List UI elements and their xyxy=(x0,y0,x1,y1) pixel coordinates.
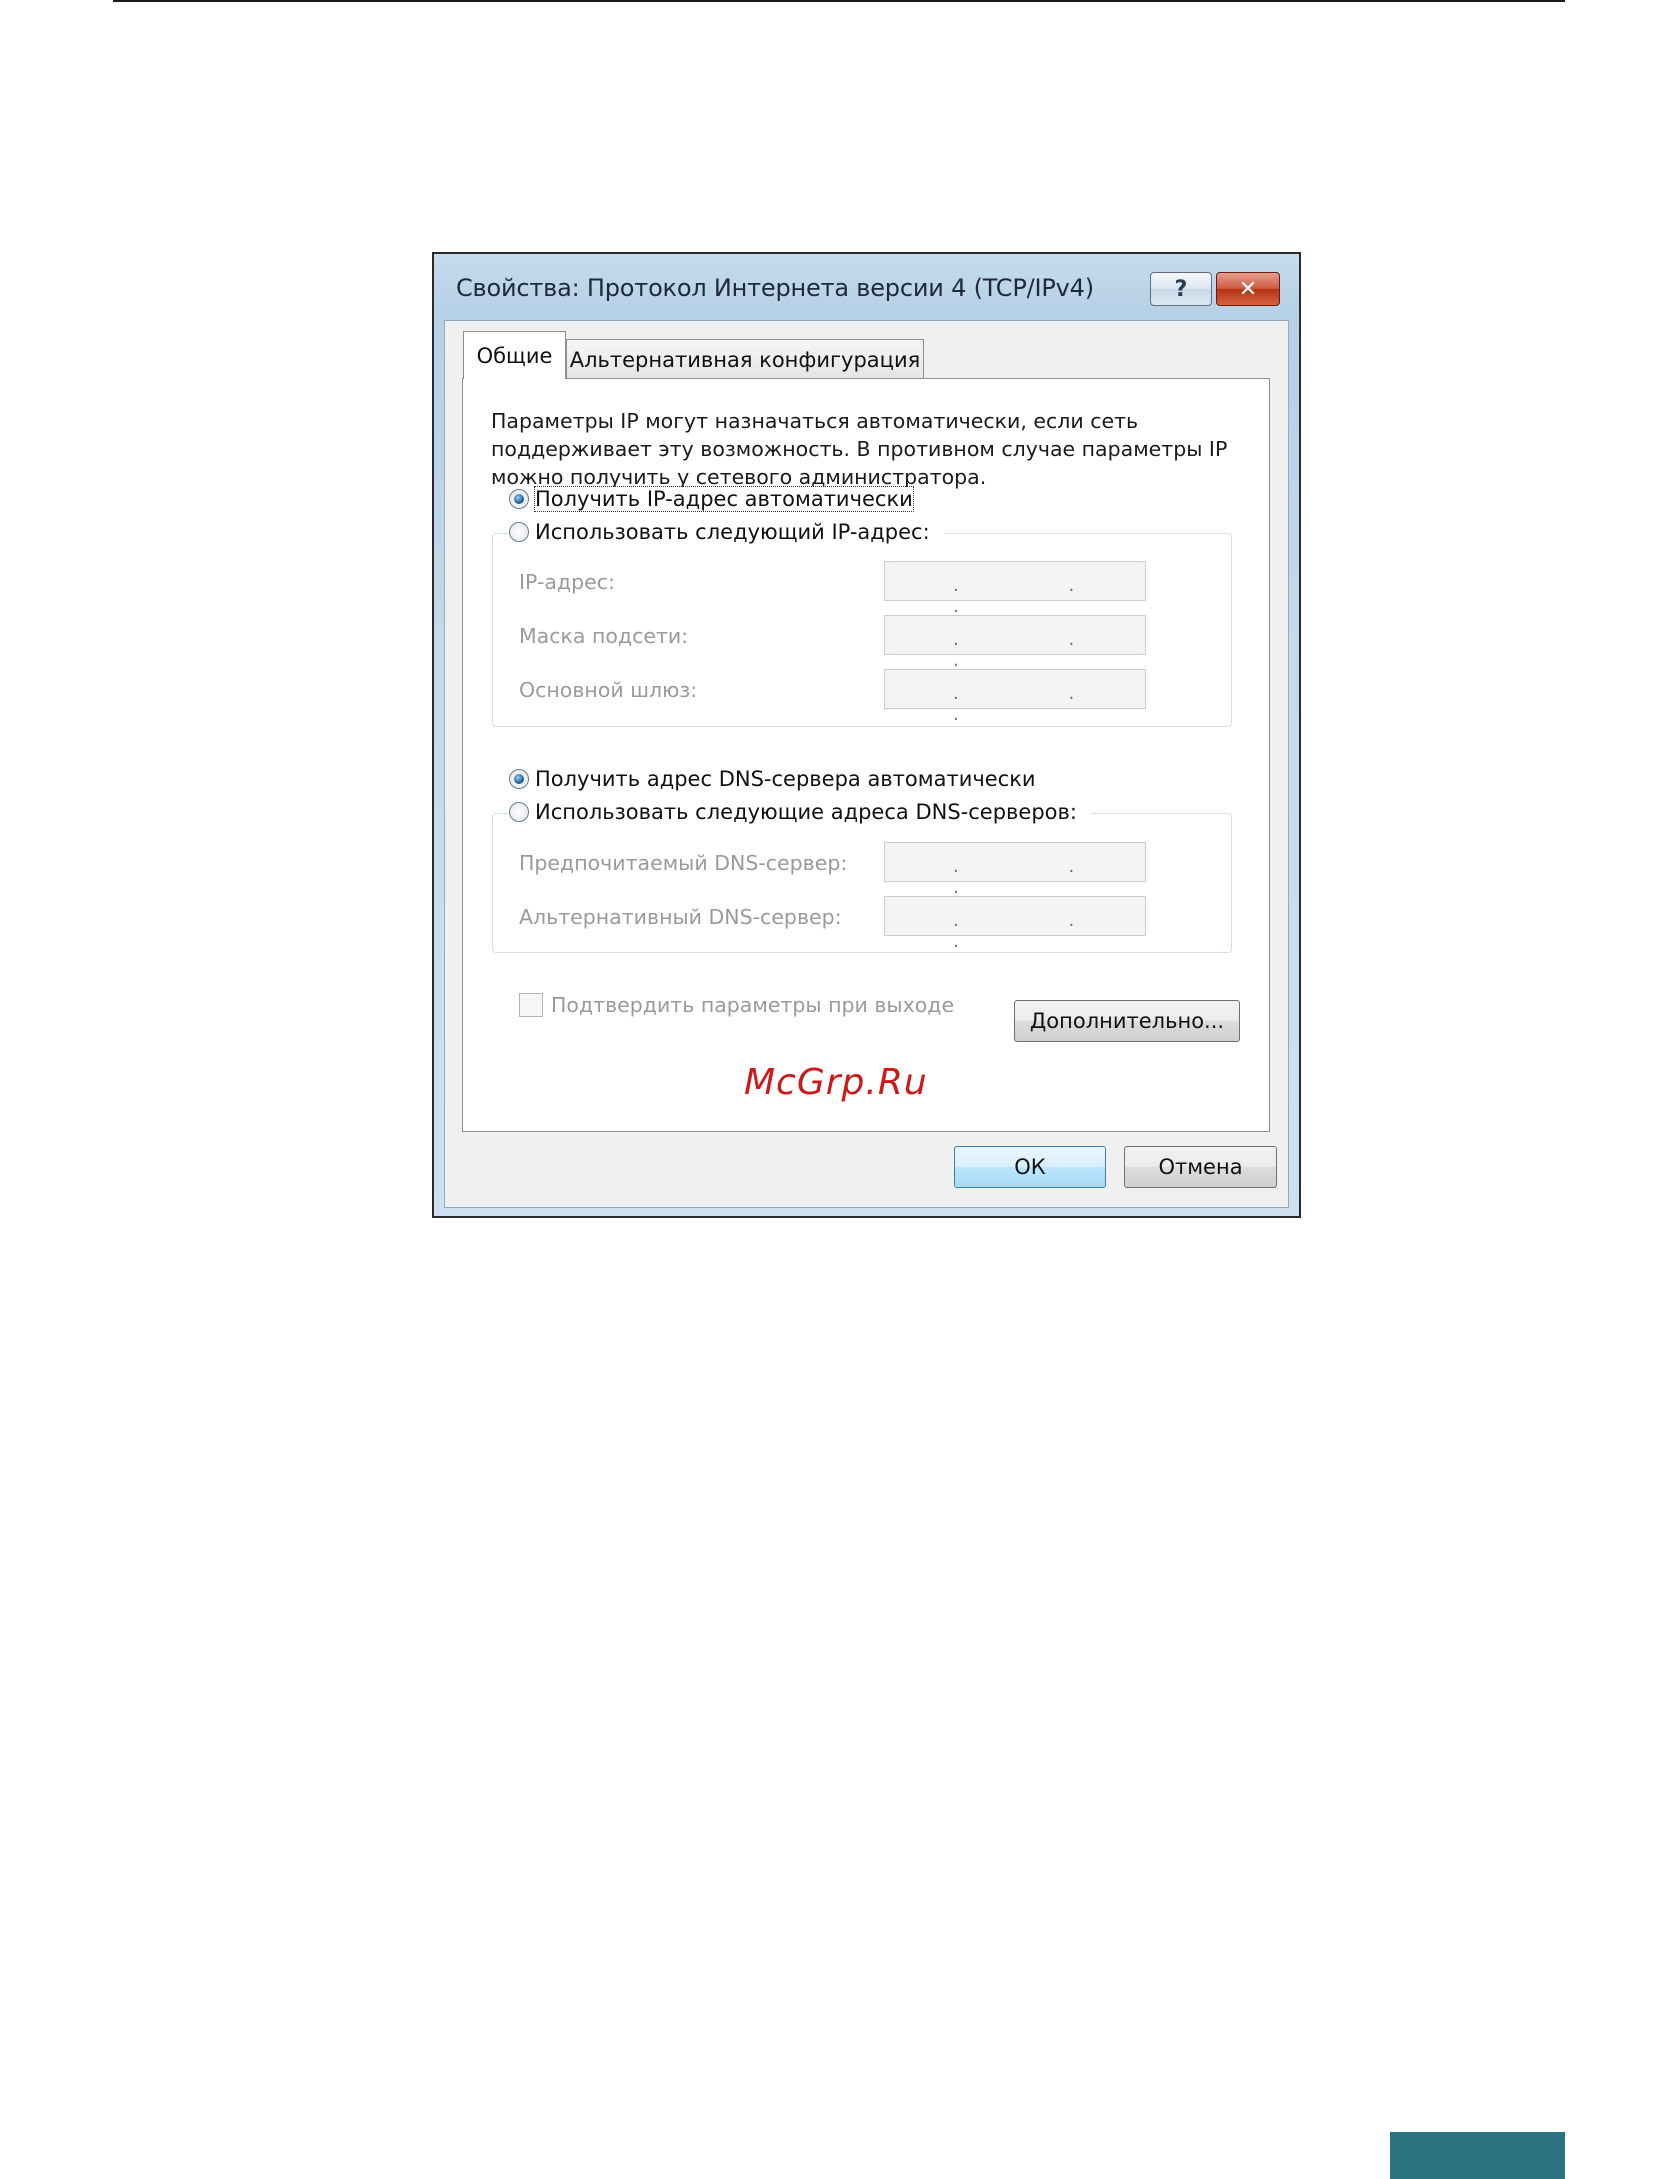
dns-auto-label: Получить адрес DNS-сервера автоматически xyxy=(535,767,1036,791)
subnet-mask-input[interactable]: . . . xyxy=(884,615,1146,671)
preferred-dns-label: Предпочитаемый DNS-сервер: xyxy=(519,851,848,875)
subnet-mask-label: Маска подсети: xyxy=(519,624,689,648)
dns-auto-radio[interactable] xyxy=(509,769,529,789)
ip-address-input[interactable]: . . . xyxy=(884,561,1146,617)
preferred-dns-input[interactable]: . . . xyxy=(884,842,1146,898)
validate-settings-label: Подтвердить параметры при выходе xyxy=(551,993,955,1017)
default-gateway-input[interactable]: . . . xyxy=(884,669,1146,725)
window-title: Свойства: Протокол Интернета версии 4 (T… xyxy=(456,274,1094,302)
ok-button[interactable]: ОК xyxy=(954,1146,1106,1188)
tab-general[interactable]: Общие xyxy=(463,331,566,379)
alternate-dns-label: Альтернативный DNS-сервер: xyxy=(519,905,842,929)
tab-panel-general: Параметры IP могут назначаться автоматич… xyxy=(462,378,1270,1132)
dns-manual-label: Использовать следующие адреса DNS-сервер… xyxy=(535,800,1077,824)
watermark-text: McGrp.Ru xyxy=(744,1062,928,1103)
ip-address-label: IP-адрес: xyxy=(519,570,615,594)
default-gateway-label: Основной шлюз: xyxy=(519,678,698,702)
default-gateway-separators: . . . xyxy=(953,683,1127,725)
tab-alternate-config-label: Альтернативная конфигурация xyxy=(569,347,921,372)
help-icon: ? xyxy=(1174,276,1188,302)
description-text: Параметры IP могут назначаться автоматич… xyxy=(491,409,1228,489)
ip-manual-radio[interactable] xyxy=(509,522,529,542)
ip-address-separators: . . . xyxy=(953,575,1127,617)
subnet-mask-separators: . . . xyxy=(953,629,1127,671)
dns-auto-option[interactable]: Получить адрес DNS-сервера автоматически xyxy=(509,767,1050,791)
tab-general-label: Общие xyxy=(476,343,553,368)
page-top-rule xyxy=(113,0,1565,2)
alternate-dns-separators: . . . xyxy=(953,910,1127,952)
title-bar[interactable]: Свойства: Протокол Интернета версии 4 (T… xyxy=(434,254,1299,324)
tab-alternate-config[interactable]: Альтернативная конфигурация xyxy=(566,339,924,379)
ip-manual-label: Использовать следующий IP-адрес: xyxy=(535,520,930,544)
dns-manual-option[interactable]: Использовать следующие адреса DNS-сервер… xyxy=(509,800,1091,824)
ip-auto-label: Получить IP-адрес автоматически xyxy=(534,486,914,512)
ip-manual-option[interactable]: Использовать следующий IP-адрес: xyxy=(509,520,944,544)
help-button[interactable]: ? xyxy=(1150,272,1212,306)
preferred-dns-separators: . . . xyxy=(953,856,1127,898)
page-corner-tab xyxy=(1390,2132,1565,2179)
dns-manual-radio[interactable] xyxy=(509,802,529,822)
validate-settings-option[interactable]: Подтвердить параметры при выходе xyxy=(519,993,954,1017)
close-button[interactable]: ✕ xyxy=(1216,272,1280,306)
ip-auto-radio[interactable] xyxy=(509,489,529,509)
cancel-button[interactable]: Отмена xyxy=(1124,1146,1277,1188)
ip-auto-option[interactable]: Получить IP-адрес автоматически xyxy=(509,486,927,512)
close-icon: ✕ xyxy=(1238,276,1258,302)
validate-settings-checkbox[interactable] xyxy=(519,993,543,1017)
advanced-button[interactable]: Дополнительно... xyxy=(1014,1000,1240,1042)
alternate-dns-input[interactable]: . . . xyxy=(884,896,1146,952)
